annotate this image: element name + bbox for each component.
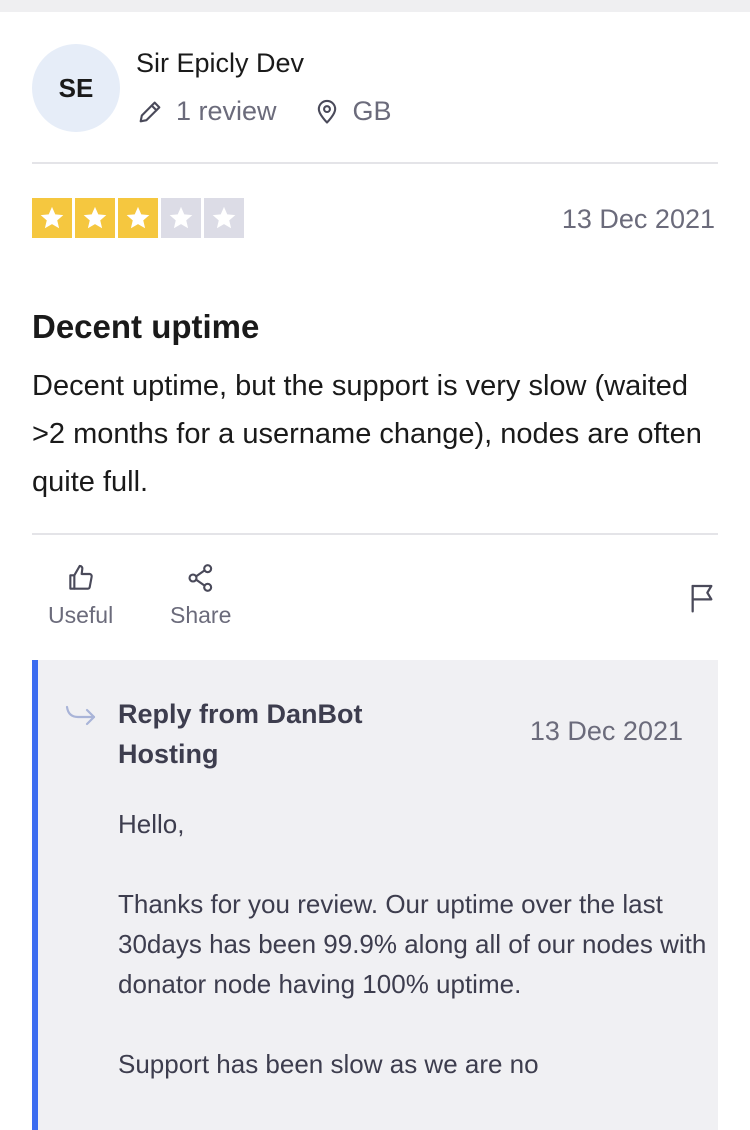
star-empty	[204, 198, 244, 238]
review-count: 1 review	[136, 96, 277, 127]
reply-paragraph: Thanks for you review. Our uptime over t…	[118, 889, 707, 999]
location-pin-icon	[317, 99, 336, 124]
star-icon	[40, 206, 64, 229]
reviewer-location: GB	[313, 96, 392, 127]
star-icon	[212, 206, 236, 229]
pencil-icon	[139, 101, 161, 122]
review-count-label: 1 review	[176, 96, 277, 126]
useful-label: Useful	[48, 602, 114, 628]
star-filled	[118, 198, 158, 238]
share-button[interactable]: Share	[170, 562, 231, 629]
reply-author: Reply from DanBot Hosting	[118, 699, 363, 769]
review-date: 13 Dec 2021	[561, 204, 715, 234]
report-flag-button[interactable]	[686, 582, 718, 619]
top-separator-bar	[0, 0, 750, 12]
header-divider	[32, 162, 718, 164]
flag-icon	[691, 584, 713, 613]
reviewer-meta: 1 review GB	[136, 96, 428, 127]
star-icon	[169, 206, 193, 229]
reply-paragraph: Support has been slow as we are no	[118, 1049, 539, 1079]
star-empty	[161, 198, 201, 238]
reviewer-header: SE Sir Epicly Dev 1 review GB	[32, 44, 722, 134]
star-filled	[32, 198, 72, 238]
star-icon	[126, 206, 150, 229]
review-body: Decent uptime, but the support is very s…	[32, 370, 702, 498]
reply-arrow-icon	[65, 705, 96, 726]
reviewer-name[interactable]: Sir Epicly Dev	[136, 48, 304, 79]
reply-paragraph: Hello,	[118, 809, 185, 839]
avatar[interactable]: SE	[32, 44, 120, 132]
thumbs-up-icon	[68, 564, 93, 590]
reply-date: 13 Dec 2021	[529, 716, 683, 746]
country-label: GB	[352, 96, 392, 126]
star-filled	[75, 198, 115, 238]
share-icon	[188, 564, 212, 592]
body-divider	[32, 533, 718, 535]
star-icon	[83, 206, 107, 229]
star-rating	[32, 198, 247, 238]
reply-body: Hello, Thanks for you review. Our uptime…	[118, 804, 708, 1124]
share-label: Share	[170, 602, 232, 628]
company-reply: Reply from DanBot Hosting 13 Dec 2021 He…	[32, 660, 718, 1130]
review-title: Decent uptime	[32, 308, 260, 345]
useful-button[interactable]: Useful	[48, 562, 113, 629]
